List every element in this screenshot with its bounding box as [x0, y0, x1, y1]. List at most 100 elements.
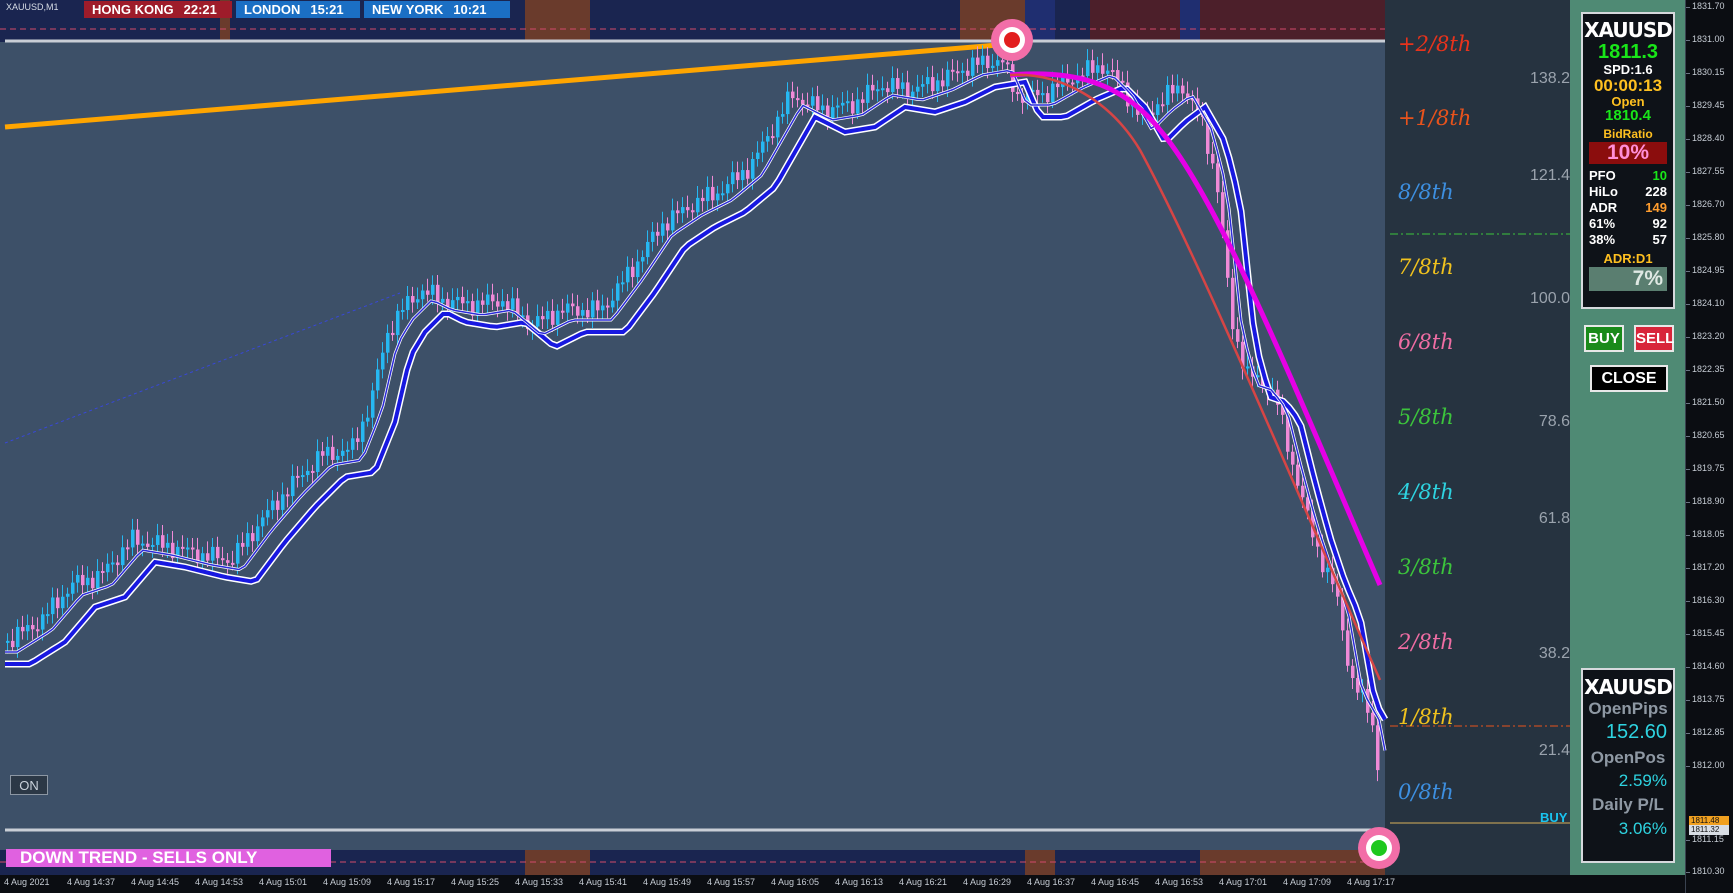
- candle-body: [306, 470, 310, 476]
- time-tick: 4 Aug 16:13: [835, 877, 884, 887]
- candle-body: [616, 283, 620, 301]
- sell-button[interactable]: SELL: [1634, 325, 1674, 352]
- chart-area[interactable]: XAUUSD,M1 HONG KONG 22:21 LONDON 15:21 NEW…: [0, 0, 1685, 875]
- candle-body: [1071, 82, 1075, 85]
- candle-body: [166, 542, 170, 548]
- candle-body: [461, 296, 465, 304]
- time-tick: 4 Aug 15:17: [387, 877, 436, 887]
- time-tick: 4 Aug 17:09: [1283, 877, 1332, 887]
- candle-body: [456, 296, 460, 301]
- buy-button[interactable]: BUY: [1584, 325, 1624, 352]
- candle-body: [401, 310, 405, 313]
- candle-body: [356, 438, 360, 442]
- candle-body: [126, 547, 130, 550]
- trend-banner: DOWN TREND - SELLS ONLY: [6, 849, 331, 867]
- fib-level-1214: 121.4: [1529, 167, 1570, 184]
- candle-body: [776, 116, 780, 138]
- price-tick: 1830.15: [1686, 67, 1725, 77]
- candle-body: [916, 86, 920, 92]
- candle-body: [1211, 153, 1215, 164]
- candle-body: [1351, 665, 1355, 679]
- candle-body: [856, 99, 860, 114]
- candle-body: [956, 71, 960, 74]
- ma-fast-outline: [5, 69, 1387, 751]
- candle-body: [381, 352, 385, 370]
- candle-body: [141, 543, 145, 546]
- fib-level-214: 21.4: [1538, 742, 1570, 759]
- candle-body: [581, 310, 585, 316]
- candle-body: [756, 152, 760, 159]
- symbol-label: XAUUSD,M1: [6, 2, 59, 12]
- candle-body: [696, 197, 700, 213]
- candle-body: [261, 517, 265, 527]
- price-tick: 1819.75: [1686, 463, 1725, 473]
- candle-body: [656, 231, 660, 236]
- on-toggle-button[interactable]: ON: [10, 775, 48, 795]
- candle-body: [846, 101, 850, 104]
- candle-body: [406, 296, 410, 311]
- candle-body: [1376, 725, 1380, 771]
- candle-body: [266, 510, 270, 518]
- candle-body: [1091, 60, 1095, 73]
- candle-body: [1101, 65, 1105, 74]
- close-button[interactable]: CLOSE: [1590, 365, 1668, 392]
- price-tick: 1827.55: [1686, 166, 1725, 176]
- time-tick: 4 Aug 15:33: [515, 877, 564, 887]
- price-tick: 1824.95: [1686, 265, 1725, 275]
- time-tick: 4 Aug 14:53: [195, 877, 244, 887]
- candle-body: [326, 446, 330, 456]
- candle-body: [181, 546, 185, 549]
- stat-row-adr: ADR 149: [1589, 200, 1667, 215]
- price-tick: 1831.70: [1686, 1, 1725, 11]
- candle-body: [1371, 712, 1375, 726]
- candle-body: [711, 186, 715, 201]
- price-tick: 1821.50: [1686, 397, 1725, 407]
- candle-body: [576, 306, 580, 316]
- time-tick: 4 Aug 14:45: [131, 877, 180, 887]
- candle-body: [1166, 84, 1170, 105]
- candle-body: [881, 88, 885, 91]
- candle-body: [1111, 70, 1115, 73]
- openpos-label: OpenPos: [1590, 748, 1666, 767]
- price-tick: 1811.15: [1686, 834, 1724, 844]
- candle-body: [811, 96, 815, 106]
- candle-body: [681, 207, 685, 214]
- candle-body: [486, 294, 490, 305]
- price-tick: 1831.00: [1686, 34, 1725, 44]
- time-tick: 4 Aug 15:57: [707, 877, 756, 887]
- time-tick: 4 Aug 15:01: [259, 877, 308, 887]
- price-tick: 1813.75: [1686, 694, 1725, 704]
- candle-body: [676, 210, 680, 214]
- candle-body: [146, 543, 150, 547]
- time-tick: 4 Aug 16:45: [1091, 877, 1140, 887]
- candle-body: [1006, 62, 1010, 65]
- time-tick: 4 Aug 16:05: [771, 877, 820, 887]
- candle-body: [331, 446, 335, 460]
- candle-body: [86, 577, 90, 586]
- price-tick: 1812.00: [1686, 760, 1725, 770]
- candle-body: [866, 84, 870, 103]
- ma-slow: [5, 79, 1387, 721]
- candle-body: [931, 77, 935, 92]
- candle-body: [661, 223, 665, 236]
- candle-body: [431, 284, 435, 295]
- candle-body: [1096, 65, 1100, 73]
- candle-body: [926, 77, 930, 85]
- candle-body: [816, 96, 820, 111]
- candle-body: [291, 475, 295, 497]
- candle-body: [1156, 104, 1160, 116]
- stat-row-pfo: PFO 10: [1589, 168, 1667, 183]
- panel-symbol: XAUUSD: [1584, 18, 1673, 42]
- candle-body: [996, 60, 1000, 66]
- candle-body: [321, 451, 325, 456]
- candle-body: [1346, 630, 1350, 666]
- bidratio-value: 10%: [1589, 142, 1667, 164]
- candle-body: [876, 89, 880, 92]
- candle-body: [91, 577, 95, 589]
- candle-body: [601, 305, 605, 311]
- candle-body: [636, 261, 640, 278]
- candle-body: [151, 544, 155, 547]
- candle-body: [136, 529, 140, 545]
- adr-label: ADR:D1: [1603, 251, 1653, 266]
- candle-body: [31, 625, 35, 630]
